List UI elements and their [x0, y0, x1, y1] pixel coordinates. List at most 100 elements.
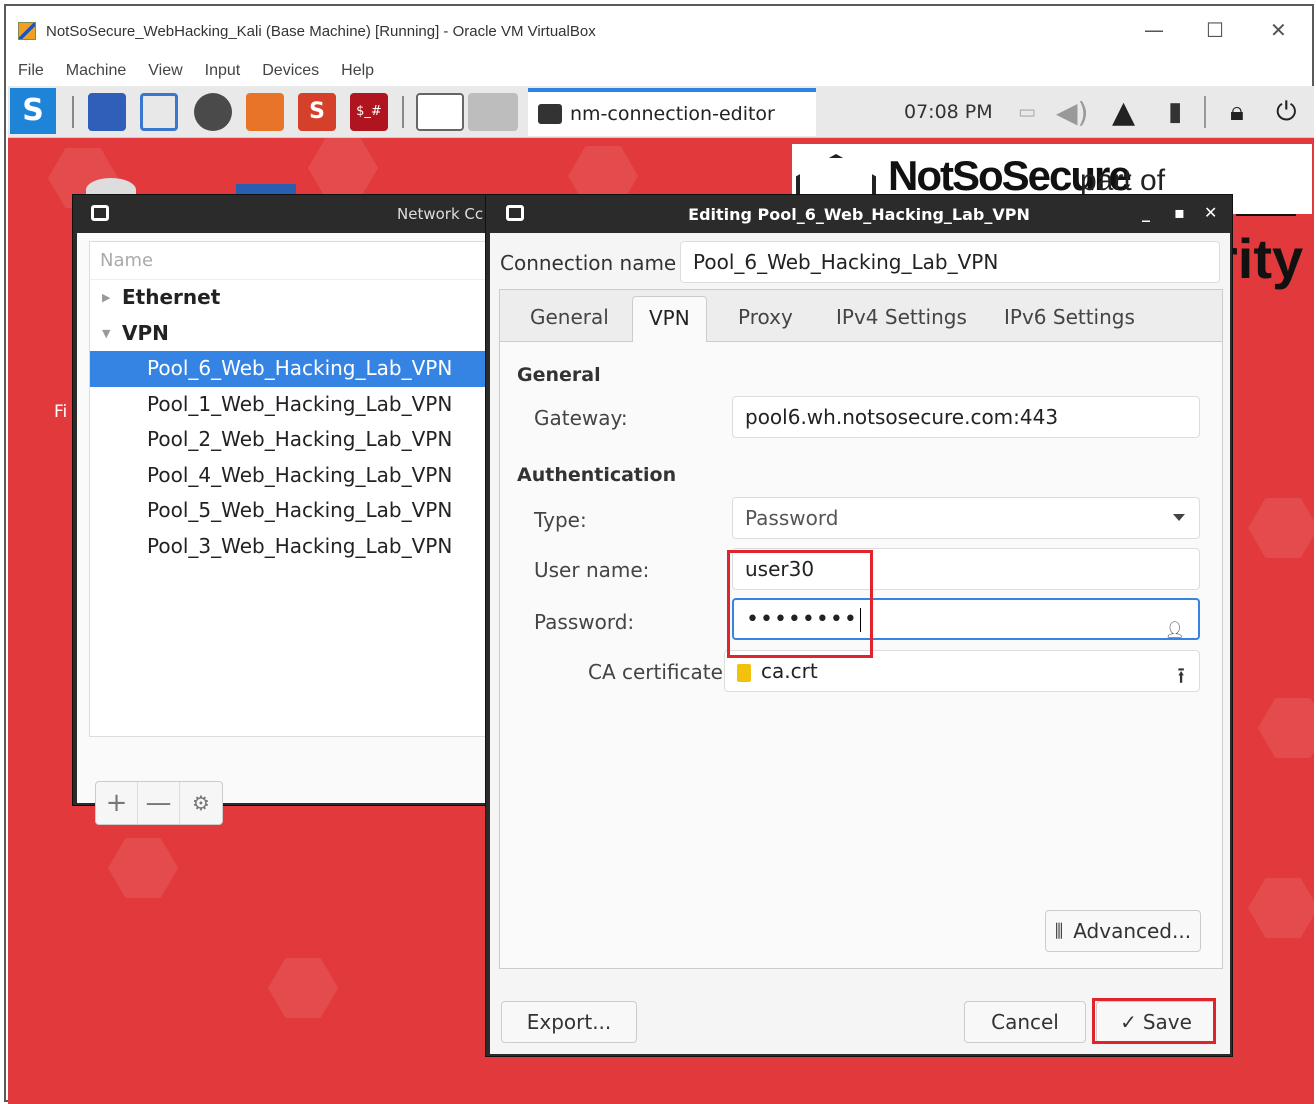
browser-icon[interactable]	[194, 93, 232, 131]
battery-icon[interactable]: ▮	[1168, 86, 1182, 138]
section-general-heading: General	[517, 364, 601, 386]
hex-decoration	[308, 138, 378, 198]
network-icon	[538, 104, 562, 124]
hex-decoration	[1248, 498, 1314, 558]
gateway-label: Gateway:	[534, 406, 628, 430]
hex-decoration	[1248, 878, 1314, 938]
sublime-icon[interactable]: S	[298, 93, 336, 131]
logout-icon[interactable]: ⏻	[1276, 86, 1297, 138]
tab-general[interactable]: General	[514, 296, 625, 338]
menu-machine[interactable]: Machine	[66, 62, 126, 80]
list-item-pool2[interactable]: Pool_2_Web_Hacking_Lab_VPN	[90, 422, 492, 458]
group-vpn[interactable]: ▼ VPN	[90, 316, 492, 352]
password-label: Password:	[534, 610, 635, 634]
advanced-label: Advanced...	[1073, 919, 1192, 943]
connection-name-field[interactable]: Pool_6_Web_Hacking_Lab_VPN	[680, 241, 1220, 283]
menu-input[interactable]: Input	[205, 62, 241, 80]
group-ethernet[interactable]: ▶ Ethernet	[90, 280, 492, 316]
terminal-icon[interactable]: $_#	[350, 93, 388, 131]
panel-separator	[1204, 96, 1206, 128]
tab-proxy[interactable]: Proxy	[722, 296, 809, 338]
network-connections-titlebar: Network Cc	[73, 195, 496, 233]
maximize-icon[interactable]: ▪	[1174, 203, 1185, 222]
task-label: nm-connection-editor	[570, 103, 775, 125]
panel-separator	[402, 96, 404, 128]
menu-bar: File Machine View Input Devices Help	[6, 56, 1312, 86]
list-item-pool6[interactable]: Pool_6_Web_Hacking_Lab_VPN	[90, 351, 492, 387]
annotation-highlight-save	[1092, 998, 1216, 1044]
auth-type-value: Password	[745, 506, 839, 530]
tab-ipv6-settings[interactable]: IPv6 Settings	[988, 296, 1151, 338]
connection-list: Name ▶ Ethernet ▼ VPN Pool_6_Web_Hacking…	[89, 241, 493, 737]
display-icon[interactable]: ▭	[1018, 86, 1036, 138]
window-menu-icon[interactable]	[91, 205, 109, 221]
gateway-field[interactable]: pool6.wh.notsosecure.com:443	[732, 396, 1200, 438]
password-options-icon[interactable]: 👤︎	[1165, 610, 1186, 650]
show-desktop-icon[interactable]	[88, 93, 126, 131]
menu-view[interactable]: View	[148, 62, 182, 80]
list-toolbar: + — ⚙	[95, 781, 223, 825]
file-manager-icon[interactable]	[140, 93, 178, 131]
tab-ipv4-settings[interactable]: IPv4 Settings	[820, 296, 983, 338]
minimize-icon[interactable]: —	[1144, 18, 1164, 42]
hex-decoration	[108, 838, 178, 898]
minimize-icon[interactable]: _	[1142, 203, 1150, 222]
list-item-pool5[interactable]: Pool_5_Web_Hacking_Lab_VPN	[90, 493, 492, 529]
panel-separator	[72, 96, 74, 128]
export-button[interactable]: Export...	[501, 1001, 637, 1043]
hex-decoration	[1258, 698, 1314, 758]
clock[interactable]: 07:08 PM	[904, 86, 993, 138]
virtualbox-logo-icon	[18, 22, 36, 40]
close-icon[interactable]: ✕	[1204, 203, 1217, 222]
connection-name-label: Connection name	[500, 251, 677, 275]
list-item-pool4[interactable]: Pool_4_Web_Hacking_Lab_VPN	[90, 458, 492, 494]
notification-bell-icon[interactable]: ▲	[1112, 86, 1135, 138]
top-panel: S S $_# nm-connection-editor 07:08 PM ▭ …	[8, 86, 1314, 138]
chevron-down-icon	[1173, 514, 1185, 521]
hex-decoration	[268, 958, 338, 1018]
tab-vpn[interactable]: VPN	[632, 296, 707, 342]
group-label: VPN	[122, 320, 169, 345]
volume-icon[interactable]: ◀)	[1056, 86, 1088, 138]
settings-gear-icon[interactable]: ⚙	[180, 782, 222, 824]
desktop-icon-label: Fi	[54, 402, 68, 422]
network-connections-body: Name ▶ Ethernet ▼ VPN Pool_6_Web_Hacking…	[77, 233, 495, 825]
list-item-pool3[interactable]: Pool_3_Web_Hacking_Lab_VPN	[90, 529, 492, 565]
username-label: User name:	[534, 558, 650, 582]
virtualbox-window: NotSoSecure_WebHacking_Kali (Base Machin…	[4, 4, 1314, 1104]
collapse-arrow-icon[interactable]: ▼	[102, 316, 110, 352]
menu-devices[interactable]: Devices	[262, 62, 319, 80]
file-icon	[737, 663, 751, 682]
edit-dialog-titlebar: Editing Pool_6_Web_Hacking_Lab_VPN _ ▪ ✕	[486, 195, 1232, 233]
type-label: Type:	[534, 508, 587, 532]
sliders-icon: ⫼	[1054, 920, 1064, 942]
lock-icon[interactable]: 🔒︎	[1230, 86, 1244, 138]
burp-icon[interactable]	[246, 93, 284, 131]
brand-subtitle: part of	[1080, 164, 1166, 197]
remove-connection-button[interactable]: —	[138, 782, 180, 824]
close-icon[interactable]: ✕	[1270, 18, 1287, 42]
list-item-pool1[interactable]: Pool_1_Web_Hacking_Lab_VPN	[90, 387, 492, 423]
kali-menu-icon[interactable]: S	[10, 88, 56, 134]
maximize-icon[interactable]: ☐	[1206, 18, 1224, 42]
menu-file[interactable]: File	[18, 62, 44, 80]
workspace-2-icon[interactable]	[468, 93, 518, 131]
auth-type-select[interactable]: Password	[732, 497, 1200, 539]
column-header-name[interactable]: Name	[90, 242, 492, 280]
taskbar-item-nm-connection-editor[interactable]: nm-connection-editor	[528, 88, 816, 136]
dialog-title: Editing Pool_6_Web_Hacking_Lab_VPN	[688, 205, 1030, 224]
network-window-title: Network Cc	[397, 205, 484, 223]
ca-certificate-value: ca.crt	[761, 659, 818, 683]
ca-certificate-label: CA certificate	[588, 660, 723, 684]
menu-help[interactable]: Help	[341, 62, 374, 80]
annotation-highlight-credentials	[727, 550, 873, 658]
add-connection-button[interactable]: +	[96, 782, 138, 824]
upload-icon[interactable]: ⭱	[1177, 657, 1185, 697]
virtualbox-titlebar: NotSoSecure_WebHacking_Kali (Base Machin…	[6, 6, 1312, 56]
cancel-button[interactable]: Cancel	[964, 1001, 1086, 1043]
workspace-1-icon[interactable]	[416, 93, 464, 131]
group-label: Ethernet	[122, 285, 221, 309]
expand-arrow-icon[interactable]: ▶	[102, 280, 110, 316]
advanced-button[interactable]: ⫼ Advanced...	[1045, 910, 1201, 952]
network-connections-window: Network Cc Name ▶ Ethernet ▼ VPN Pool_6_…	[72, 194, 497, 825]
